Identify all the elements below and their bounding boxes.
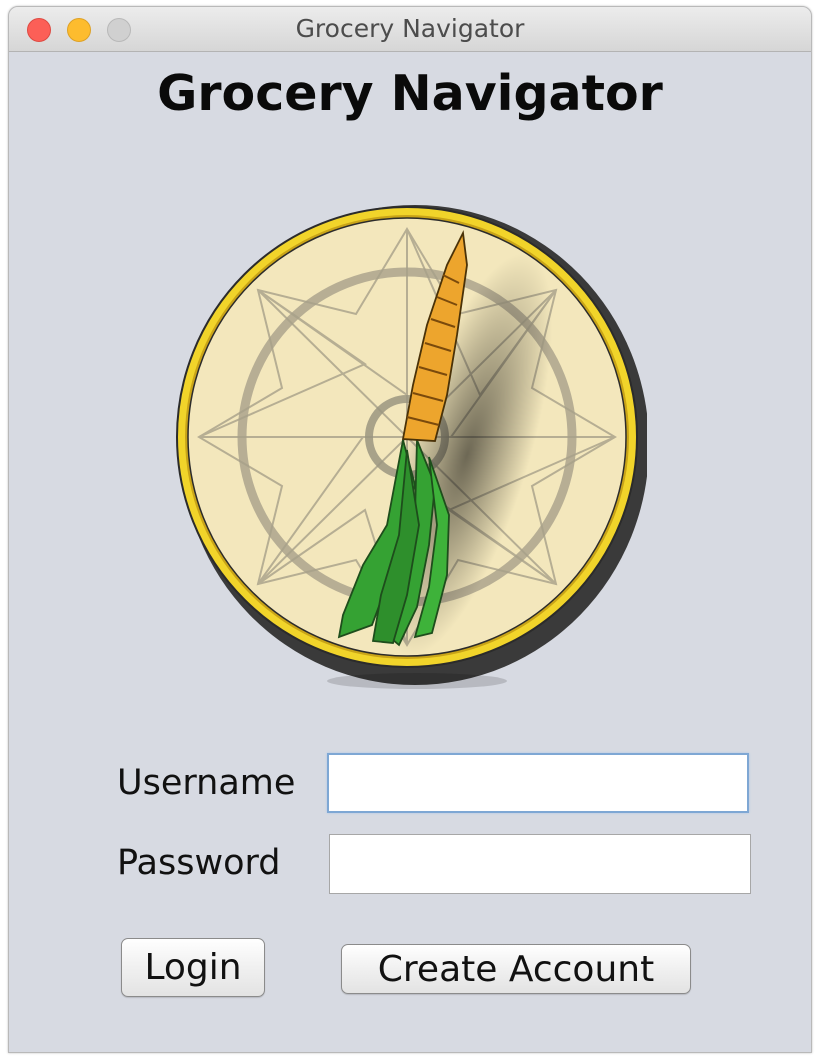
compass-carrot-icon: [176, 205, 647, 689]
password-input[interactable]: [330, 835, 750, 893]
username-input[interactable]: [329, 755, 747, 811]
title-bar: Grocery Navigator: [9, 7, 811, 52]
username-field[interactable]: [327, 753, 749, 813]
window-title: Grocery Navigator: [295, 14, 525, 43]
create-account-button[interactable]: Create Account: [341, 944, 691, 994]
username-label: Username: [117, 763, 296, 803]
password-field[interactable]: [329, 834, 751, 894]
app-window: Grocery Navigator Grocery Navigator User…: [8, 6, 812, 1053]
login-button[interactable]: Login: [121, 938, 265, 997]
app-heading: Grocery Navigator: [157, 65, 663, 122]
password-label: Password: [117, 843, 281, 883]
